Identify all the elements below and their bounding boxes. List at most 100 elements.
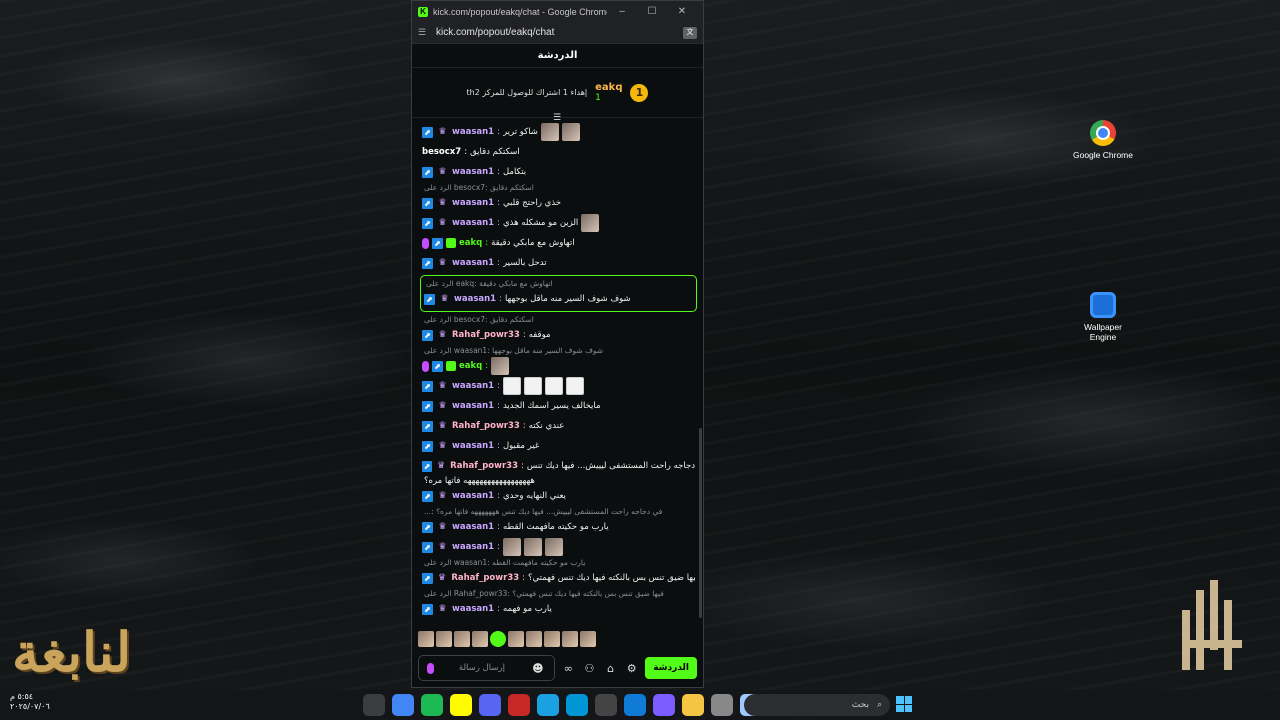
message-username[interactable]: Rahaf_powr33 bbox=[452, 421, 520, 432]
chat-message[interactable]: الرد على besocx7: اسكتكم دقايق ⬈ ♛ waasan1:… bbox=[422, 182, 695, 213]
chat-message[interactable]: الرد على Rahaf_powr33: فيها ضيق تنس بس ب… bbox=[422, 588, 695, 619]
chat-message[interactable]: ⬈ ♛ waasan1: bbox=[422, 376, 695, 396]
taskbar-chrome-icon[interactable] bbox=[392, 694, 414, 716]
chat-message[interactable]: ⬈ ♛ waasan1: الزين مو مشكله هذي bbox=[422, 213, 695, 233]
site-settings-icon[interactable]: ☰ bbox=[418, 27, 432, 38]
chat-emote[interactable] bbox=[565, 377, 584, 395]
taskbar-edge-icon[interactable] bbox=[624, 694, 646, 716]
chat-message[interactable]: ⬈ ♛ Rahaf_powr33: في دجاجه راحت المستشفى لي… bbox=[422, 456, 695, 486]
chat-message[interactable]: ⬈ ♛ waasan1: غير مقبول bbox=[422, 436, 695, 456]
chat-emote[interactable] bbox=[581, 214, 600, 232]
chat-message[interactable]: ⬈ ♛ waasan1: مايخالف يسير اسمك الجديد bbox=[422, 396, 695, 416]
emote-9[interactable] bbox=[562, 631, 578, 647]
chat-emote[interactable] bbox=[540, 123, 559, 141]
emote-1[interactable] bbox=[418, 631, 434, 647]
chat-emote[interactable] bbox=[544, 377, 563, 395]
chat-emote[interactable] bbox=[523, 538, 542, 556]
message-username[interactable]: eakq bbox=[459, 238, 482, 249]
reply-preview[interactable]: الرد على besocx7: اسكتكم دقايق bbox=[422, 314, 695, 325]
desktop-icon-wallpaper-engine[interactable]: Wallpaper Engine bbox=[1071, 292, 1135, 342]
emote-7[interactable] bbox=[526, 631, 542, 647]
infinity-icon[interactable]: ∞ bbox=[561, 662, 576, 675]
translate-icon[interactable]: 文 bbox=[683, 26, 697, 39]
message-username[interactable]: waasan1 bbox=[452, 167, 494, 178]
scrollbar[interactable] bbox=[699, 428, 702, 618]
users-icon[interactable]: ⚇ bbox=[582, 662, 597, 675]
start-button[interactable] bbox=[896, 696, 912, 712]
message-username[interactable]: waasan1 bbox=[452, 522, 494, 533]
sub-goal-banner[interactable]: thإهداء 1 اشتراك للوصول للمركز 2 eakq 1 … bbox=[412, 68, 703, 123]
chat-message[interactable]: ⬈ ♛ waasan1: يعني النهايه وحدي bbox=[422, 486, 695, 506]
message-username[interactable]: waasan1 bbox=[452, 127, 494, 138]
message-username[interactable]: waasan1 bbox=[452, 441, 494, 452]
chat-message[interactable]: الرد على besocx7: اسكتكم دقايق ⬈ ♛ Rahaf_po… bbox=[422, 314, 695, 345]
mic-icon[interactable] bbox=[427, 662, 434, 674]
message-username[interactable]: waasan1 bbox=[452, 604, 494, 615]
recent-emotes[interactable] bbox=[412, 629, 703, 649]
chat-message[interactable]: besocx7: اسكتكم دقايق bbox=[422, 142, 695, 162]
chat-emote[interactable] bbox=[502, 377, 521, 395]
chat-emote[interactable] bbox=[523, 377, 542, 395]
desktop-icon-chrome[interactable]: Google Chrome bbox=[1071, 120, 1135, 160]
chat-message[interactable]: ⬈ eakq: اتهاوش مع مابكي دقيقة bbox=[422, 233, 695, 253]
reply-preview[interactable]: الرد على Rahaf_powr33: فيها ضيق تنس بس ب… bbox=[422, 588, 695, 599]
taskbar-store-icon[interactable] bbox=[595, 694, 617, 716]
message-username[interactable]: waasan1 bbox=[452, 258, 494, 269]
taskbar-edge-alt-icon[interactable] bbox=[537, 694, 559, 716]
chat-emote[interactable] bbox=[502, 538, 521, 556]
chat-message[interactable]: ⬈ ♛ waasan1: bbox=[422, 537, 695, 557]
chat-message[interactable]: ⬈ ♛ waasan1: بتكامل bbox=[422, 162, 695, 182]
message-username[interactable]: waasan1 bbox=[452, 381, 494, 392]
emote-10[interactable] bbox=[580, 631, 596, 647]
message-username[interactable]: waasan1 bbox=[452, 218, 494, 229]
chat-message[interactable]: ⬈ ♛ Rahaf_powr33: عندي نكته bbox=[422, 416, 695, 436]
message-username[interactable]: Rahaf_powr33 bbox=[451, 573, 519, 584]
message-username[interactable]: waasan1 bbox=[452, 491, 494, 502]
taskbar-discord-icon[interactable] bbox=[479, 694, 501, 716]
emote-2[interactable] bbox=[436, 631, 452, 647]
emoji-icon[interactable]: ☻ bbox=[530, 662, 546, 675]
message-username[interactable]: waasan1 bbox=[452, 198, 494, 209]
chat-emote[interactable] bbox=[491, 357, 510, 375]
emote-3[interactable] bbox=[454, 631, 470, 647]
chat-message[interactable]: الرد على eakq: اتهاوش مع مابكي دقيقة ⬈ ♛ wa… bbox=[420, 275, 697, 312]
chat-message[interactable]: ...: في دجاجه راحت المستشفى ليييش... فيه… bbox=[422, 506, 695, 537]
emote-4[interactable] bbox=[472, 631, 488, 647]
reply-preview[interactable]: الرد على waasan1: يارب مو حكيته مافهمت ا… bbox=[422, 557, 695, 568]
taskbar-spotify-icon[interactable] bbox=[421, 694, 443, 716]
message-username[interactable]: besocx7 bbox=[422, 147, 461, 158]
send-chat-button[interactable]: الدردشة bbox=[645, 657, 697, 679]
chat-message[interactable]: الرد على waasan1: يارب مو حكيته مافهمت ا… bbox=[422, 557, 695, 588]
clock[interactable]: ٥:٥٤ م ٢٠٢٥/٠٧/٠٦ bbox=[10, 692, 50, 712]
chat-emote[interactable] bbox=[544, 538, 563, 556]
taskbar-hp-icon[interactable] bbox=[566, 694, 588, 716]
store-icon[interactable]: ⌂ bbox=[603, 662, 618, 675]
message-username[interactable]: eakq bbox=[459, 361, 482, 372]
emote-5[interactable] bbox=[490, 631, 506, 647]
message-username[interactable]: waasan1 bbox=[454, 294, 496, 305]
chat-message[interactable]: ⬈ ♛ waasan1: تدحل بالسير bbox=[422, 253, 695, 273]
url-text[interactable]: kick.com/popout/eakq/chat bbox=[436, 27, 683, 38]
taskbar-search[interactable]: بحث ⌕ bbox=[744, 694, 890, 716]
message-username[interactable]: waasan1 bbox=[452, 401, 494, 412]
taskbar-game-icon[interactable] bbox=[508, 694, 530, 716]
emote-6[interactable] bbox=[508, 631, 524, 647]
reply-preview[interactable]: الرد على besocx7: اسكتكم دقايق bbox=[422, 182, 695, 193]
close-button[interactable]: ✕ bbox=[667, 6, 697, 17]
chat-input[interactable]: إرسال رسالة ☻ bbox=[418, 655, 555, 681]
taskbar-folder-icon[interactable] bbox=[682, 694, 704, 716]
taskbar-copilot-icon[interactable] bbox=[653, 694, 675, 716]
taskbar-snapchat-icon[interactable] bbox=[450, 694, 472, 716]
emote-8[interactable] bbox=[544, 631, 560, 647]
message-username[interactable]: Rahaf_powr33 bbox=[450, 461, 518, 472]
chat-message[interactable]: ⬈ ♛ waasan1: شاكو ترير bbox=[422, 122, 695, 142]
message-username[interactable]: Rahaf_powr33 bbox=[452, 330, 520, 341]
reply-preview[interactable]: ...: في دجاجه راحت المستشفى ليييش... فيه… bbox=[422, 506, 695, 517]
minimize-button[interactable]: – bbox=[607, 6, 637, 17]
chat-message[interactable]: الرد على waasan1: شوف شوف السير منه ماقل… bbox=[422, 345, 695, 376]
maximize-button[interactable]: ☐ bbox=[637, 6, 667, 17]
reply-preview[interactable]: الرد على eakq: اتهاوش مع مابكي دقيقة bbox=[424, 278, 693, 289]
chat-messages[interactable]: ⬈ ♛ waasan1: شاكو ترير besocx7: اسكتكم دقايق ⬈… bbox=[412, 118, 703, 629]
taskbar-window-icon[interactable] bbox=[711, 694, 733, 716]
address-bar[interactable]: ☰ kick.com/popout/eakq/chat 文 bbox=[412, 22, 703, 44]
